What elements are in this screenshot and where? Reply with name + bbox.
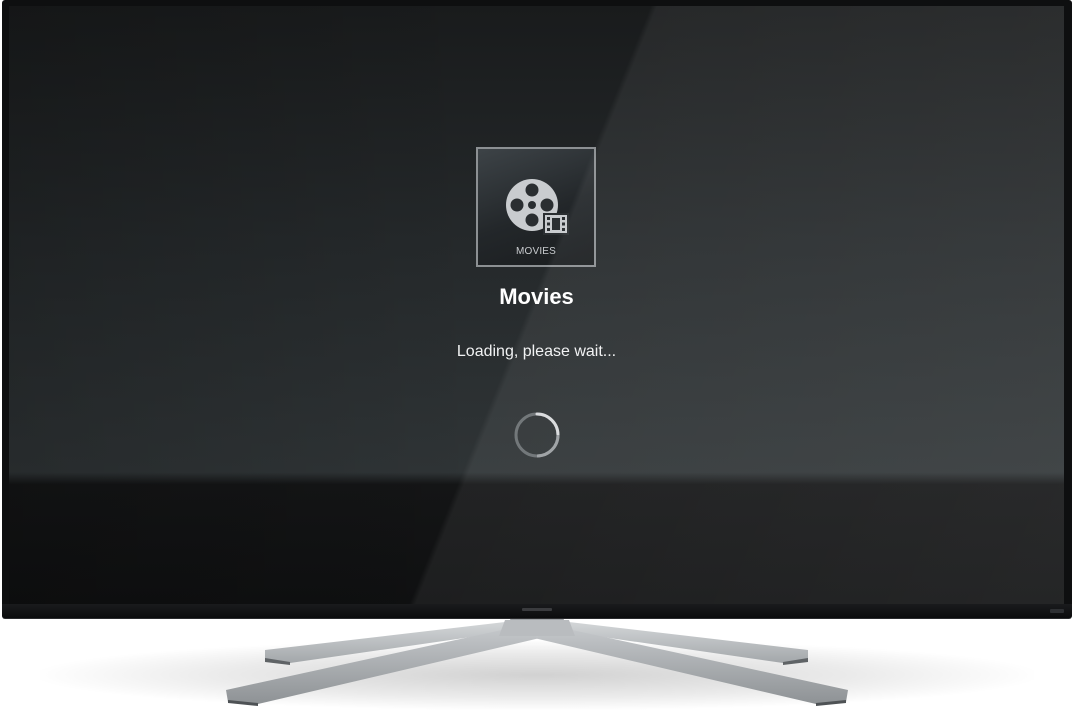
loading-status-text: Loading, please wait...	[456, 343, 617, 360]
tile-label: MOVIES	[515, 246, 557, 257]
power-indicator	[1050, 609, 1064, 613]
film-reel-icon	[506, 179, 569, 235]
app-title: Movies	[499, 284, 574, 309]
movies-app-tile[interactable]: MOVIES	[476, 147, 596, 267]
tv-bottom-strip	[2, 604, 1072, 618]
loading-spinner-icon	[514, 412, 560, 458]
tv-screen: MOVIES Movies Loading, please wait...	[9, 6, 1064, 604]
tv-stand	[226, 614, 848, 706]
tv-scene: MOVIES Movies Loading, please wait...	[0, 0, 1074, 711]
brand-logo	[522, 608, 552, 611]
